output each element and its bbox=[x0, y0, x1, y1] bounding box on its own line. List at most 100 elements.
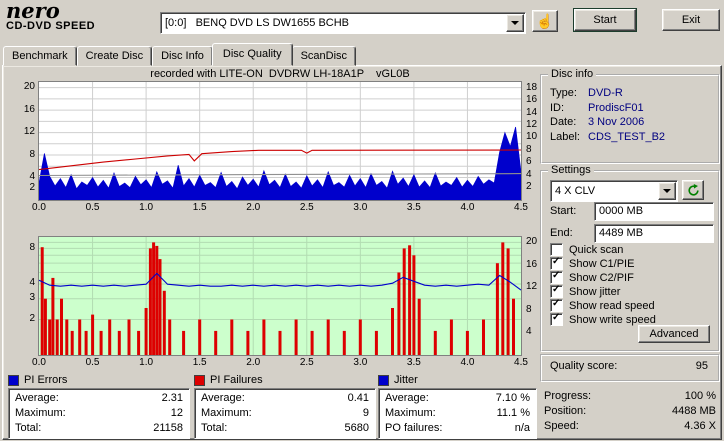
axis-tick: 2 bbox=[29, 182, 35, 194]
axis-tick: 0.0 bbox=[32, 357, 46, 368]
nero-logo-subtext: CD-DVD SPEED bbox=[6, 20, 96, 32]
axis-tick: 16 bbox=[526, 94, 538, 106]
checkbox-label: Quick scan bbox=[569, 243, 624, 256]
start-position-label: Start: bbox=[550, 205, 577, 217]
axis-tick: 8 bbox=[29, 241, 35, 253]
pointer-tool-button[interactable]: ☝ bbox=[532, 10, 558, 32]
axis-tick: 3.5 bbox=[406, 357, 421, 368]
axis-tick: 12 bbox=[526, 118, 538, 130]
tab-disc-info[interactable]: Disc Info bbox=[152, 46, 213, 66]
stat-row: Average: 7.10 % bbox=[379, 389, 536, 406]
checkbox-box bbox=[550, 256, 563, 270]
axis-tick: 2 bbox=[29, 312, 35, 324]
speed-value: 4.36 X bbox=[684, 420, 716, 432]
pi-errors-chart-canvas bbox=[39, 82, 521, 200]
refresh-speeds-button[interactable] bbox=[682, 180, 704, 200]
checkbox-box bbox=[550, 298, 563, 312]
scan-speed-select[interactable]: 4 X CLV bbox=[550, 180, 678, 202]
exit-button[interactable]: Exit bbox=[662, 9, 720, 31]
tab-benchmark[interactable]: Benchmark bbox=[3, 46, 77, 66]
jitter-legend: Jitter bbox=[378, 374, 418, 386]
disc-info-group: Disc info Type: DVD-R ID: ProdiscF01 Date:… bbox=[540, 68, 720, 164]
axis-tick: 12 bbox=[526, 281, 538, 293]
position-label: Position: bbox=[544, 405, 587, 417]
chevron-down-icon bbox=[511, 21, 519, 29]
start-button[interactable]: Start bbox=[573, 8, 637, 32]
axis-tick: 1.0 bbox=[139, 357, 154, 368]
drive-select[interactable]: [0:0] BENQ DVD LS DW1655 BCHB bbox=[160, 12, 526, 34]
start-position-field[interactable]: 0000 MB bbox=[594, 202, 714, 221]
stat-label: Average: bbox=[201, 392, 245, 404]
stat-value: 0.41 bbox=[347, 392, 369, 404]
stat-row: Total: 21158 bbox=[9, 421, 189, 436]
quality-score-group: Quality score: 95 bbox=[540, 354, 720, 382]
checkbox-box bbox=[550, 270, 563, 284]
axis-tick: 3 bbox=[29, 292, 35, 304]
checkbox-quick-scan[interactable]: Quick scan bbox=[550, 243, 623, 256]
axis-tick: 3.0 bbox=[353, 357, 368, 368]
checkbox-show-read-speed[interactable]: Show read speed bbox=[550, 298, 655, 312]
axis-tick: 2.0 bbox=[246, 357, 261, 368]
axis-tick: 3.5 bbox=[406, 202, 421, 213]
stat-label: Average: bbox=[385, 392, 429, 404]
tab-bar: Benchmark Create Disc Disc Info Disc Qua… bbox=[3, 43, 357, 66]
tab-scandisc[interactable]: ScanDisc bbox=[291, 46, 357, 66]
axis-tick: 20 bbox=[23, 81, 35, 93]
stat-row: Maximum: 11.1 % bbox=[379, 406, 536, 421]
chart-title: recorded with LITE-ON DVDRW LH-18A1P vGL… bbox=[150, 68, 410, 80]
pi-failures-legend: PI Failures bbox=[194, 374, 263, 386]
pi-failures-jitter-chart bbox=[38, 236, 522, 356]
checkbox-label: Show C2/PIF bbox=[569, 271, 634, 284]
checkbox-show-c1-pie[interactable]: Show C1/PIE bbox=[550, 256, 634, 270]
stat-value: 11.1 % bbox=[496, 407, 530, 419]
pi-failures-stats: Average: 0.41 Maximum: 9 Total: 5680 bbox=[194, 388, 376, 439]
pi-errors-legend: PI Errors bbox=[8, 374, 67, 386]
stat-row: Total: 5680 bbox=[195, 421, 375, 436]
axis-tick: 2.5 bbox=[299, 202, 314, 213]
checkbox-show-c2-pif[interactable]: Show C2/PIF bbox=[550, 270, 634, 284]
axis-tick: 16 bbox=[23, 103, 35, 115]
stat-value: 5680 bbox=[344, 422, 369, 434]
axis-tick: 4.5 bbox=[514, 202, 528, 213]
settings-group: Settings 4 X CLV Start: 0000 MB End: 448… bbox=[540, 164, 720, 352]
quality-score-value: 95 bbox=[695, 360, 708, 372]
axis-tick: 3.0 bbox=[353, 202, 368, 213]
stat-label: Maximum: bbox=[201, 407, 252, 419]
jitter-swatch bbox=[378, 374, 389, 386]
pi-failures-swatch bbox=[194, 374, 205, 386]
end-position-field[interactable]: 4489 MB bbox=[594, 224, 714, 243]
axis-tick: 12 bbox=[23, 126, 35, 138]
speed-row: Speed: 4.36 X bbox=[544, 420, 716, 433]
speed-label: Speed: bbox=[544, 420, 579, 432]
axis-tick: 8 bbox=[29, 148, 35, 160]
pi-failures-x-axis: 0.0 0.5 1.0 1.5 2.0 2.5 3.0 3.5 4.0 4.5 bbox=[32, 357, 528, 369]
axis-tick: 10 bbox=[526, 131, 538, 143]
checkbox-show-jitter[interactable]: Show jitter bbox=[550, 284, 621, 298]
drive-select-dropdown-button[interactable] bbox=[506, 14, 524, 32]
stat-label: Average: bbox=[15, 392, 59, 404]
axis-tick: 2 bbox=[526, 181, 532, 193]
axis-tick: 20 bbox=[526, 236, 538, 248]
checkbox-label: Show jitter bbox=[569, 285, 621, 298]
stat-label: Maximum: bbox=[15, 407, 66, 419]
end-position-label: End: bbox=[550, 227, 573, 239]
disc-info-row: Date: 3 Nov 2006 bbox=[550, 115, 710, 130]
stat-label: PO failures: bbox=[385, 422, 443, 434]
stat-value: 21158 bbox=[153, 422, 183, 434]
disc-info-label: Label: bbox=[550, 130, 580, 143]
advanced-button[interactable]: Advanced bbox=[638, 325, 710, 343]
hand-pointer-icon: ☝ bbox=[536, 12, 554, 29]
tab-disc-quality[interactable]: Disc Quality bbox=[211, 43, 293, 66]
drive-select-value: [0:0] BENQ DVD LS DW1655 BCHB bbox=[165, 17, 350, 29]
stat-row: Maximum: 9 bbox=[195, 406, 375, 421]
stat-value: n/a bbox=[514, 422, 530, 434]
axis-tick: 8 bbox=[526, 143, 532, 155]
tab-create-disc[interactable]: Create Disc bbox=[76, 46, 153, 66]
pi-errors-swatch bbox=[8, 374, 19, 386]
checkbox-box bbox=[550, 284, 563, 298]
checkbox-label: Show read speed bbox=[569, 299, 655, 312]
axis-tick: 4 bbox=[29, 277, 35, 289]
axis-tick: 1.0 bbox=[139, 202, 154, 213]
scan-speed-dropdown-button[interactable] bbox=[658, 182, 676, 200]
axis-tick: 4 bbox=[526, 326, 532, 338]
